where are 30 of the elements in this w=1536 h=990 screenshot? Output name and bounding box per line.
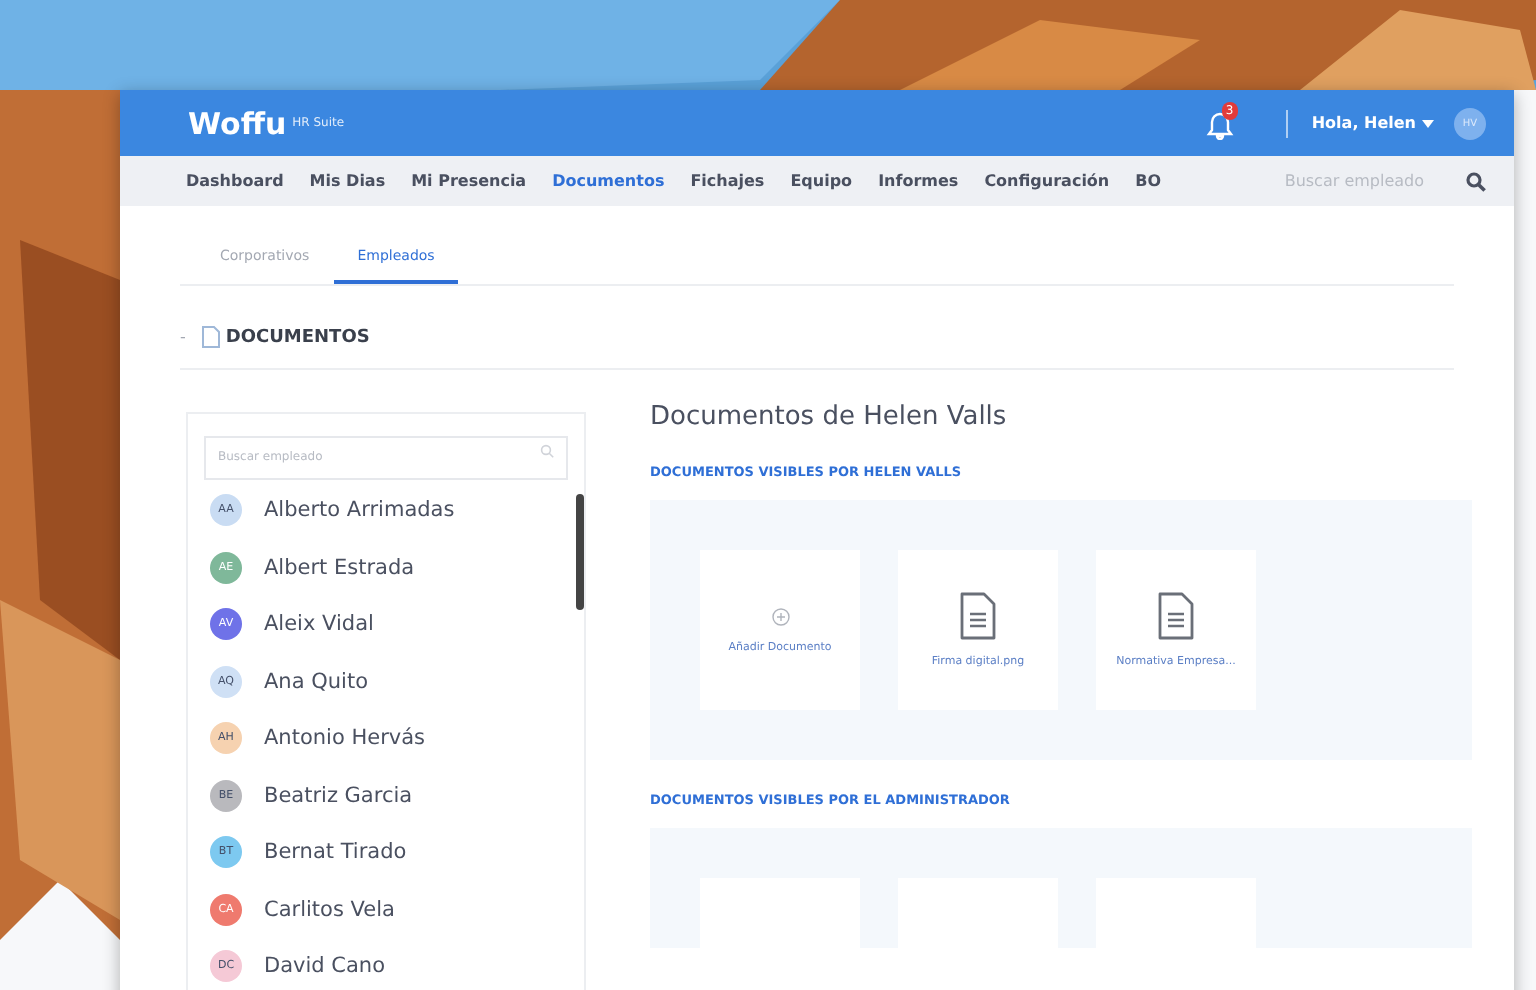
nav-item[interactable]: Informes [878, 172, 959, 190]
nav-item[interactable]: Equipo [790, 172, 853, 190]
section-title: DOCUMENTOS [225, 327, 370, 347]
file-icon [1158, 592, 1194, 640]
nav-item[interactable]: Dashboard [186, 172, 284, 190]
nav-item[interactable]: Fichajes [690, 172, 765, 190]
app-logo: Woffu [188, 105, 287, 141]
search-icon[interactable] [1466, 171, 1486, 191]
nav-item[interactable]: BO [1135, 172, 1162, 190]
user-menu[interactable]: Hola, Helen [1311, 114, 1434, 132]
employee-name[interactable]: Antonio Hervás [264, 726, 426, 751]
document-icon [201, 326, 220, 348]
nav-item[interactable]: Mis Dias [309, 172, 386, 190]
employee-name[interactable]: Beatriz Garcia [264, 783, 413, 808]
nav-item[interactable]: Mi Presencia [411, 172, 527, 190]
search-icon [540, 444, 554, 458]
employee-name[interactable]: Bernat Tirado [264, 840, 407, 865]
employee-name[interactable]: David Cano [264, 954, 385, 979]
page-title: Documentos de Helen Valls [650, 402, 1009, 432]
scrollbar-thumb[interactable] [576, 494, 584, 610]
bell-icon[interactable] [1205, 111, 1234, 139]
employee-name[interactable]: Carlitos Vela [264, 897, 395, 922]
employee-name[interactable]: Albert Estrada [264, 555, 415, 580]
employee-name[interactable]: Aleix Vidal [264, 612, 374, 637]
nav-item[interactable]: Configuración [984, 172, 1110, 190]
employee-name[interactable]: Alberto Arrimadas [264, 498, 455, 523]
file-icon [960, 592, 996, 640]
nav-item[interactable]: Documentos [552, 172, 665, 190]
plus-circle-icon [771, 607, 789, 625]
employee-name[interactable]: Ana Quito [264, 669, 368, 694]
